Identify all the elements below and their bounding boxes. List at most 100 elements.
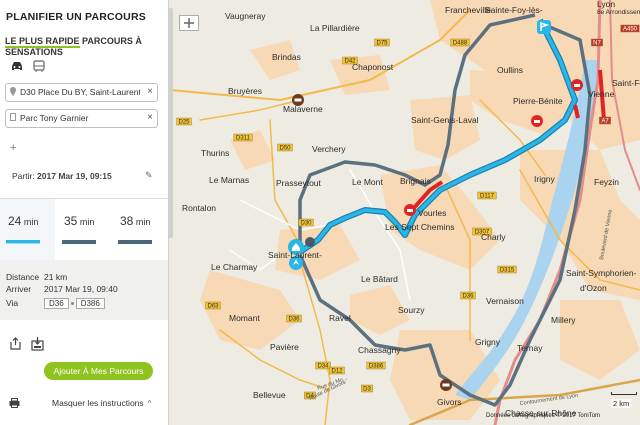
route-option-1[interactable]: 24 min xyxy=(0,199,55,261)
road-shield: D63 xyxy=(205,301,221,310)
place-label: Oullins xyxy=(497,65,523,75)
tab-thrilling[interactable]: PARCOURS À xyxy=(82,36,142,46)
place-label: d'Ozon xyxy=(580,283,607,293)
panel-scrollbar[interactable] xyxy=(168,8,173,238)
road-shield: D117 xyxy=(477,191,497,200)
option-minutes: 24 xyxy=(8,214,22,228)
start-pin-icon xyxy=(10,87,16,96)
print-icon[interactable] xyxy=(9,398,20,408)
traffic-jam-icon xyxy=(571,79,583,91)
road-shield-label: D488 xyxy=(453,41,468,47)
road-shield-label: D50 xyxy=(279,146,291,152)
traffic-jam-icon xyxy=(404,204,416,216)
place-label: Charly xyxy=(481,232,506,242)
place-label: Irigny xyxy=(534,174,556,184)
place-label: Millery xyxy=(551,315,576,325)
distance-label: Distance xyxy=(6,272,40,282)
option-bar xyxy=(62,240,96,244)
place-label: Sourzy xyxy=(398,305,425,315)
option-minutes: 38 xyxy=(120,214,134,228)
road-shield: D30 xyxy=(298,218,314,227)
road-shield: D488 xyxy=(450,38,470,47)
end-field[interactable]: × xyxy=(5,109,158,128)
end-pin-icon xyxy=(10,113,16,121)
road-shield-label: A7 xyxy=(601,119,609,125)
place-label: Chaponost xyxy=(352,62,394,72)
road-shield-label: D30 xyxy=(300,221,312,227)
end-input[interactable] xyxy=(20,112,140,124)
place-label: Vaugneray xyxy=(225,11,266,21)
place-label: La Pillardière xyxy=(310,23,360,33)
place-label: Vienne xyxy=(588,89,615,99)
place-label: Bruyères xyxy=(228,86,262,96)
road-shield: A450 xyxy=(620,24,640,33)
road-shield: D34 xyxy=(315,361,331,370)
departure-time[interactable]: Partir: 2017 Mar 19, 09:15 xyxy=(12,171,112,181)
road-shield-label: D315 xyxy=(500,268,515,274)
tab-thrilling-line2[interactable]: SENSATIONS xyxy=(5,47,63,57)
scale-bar xyxy=(611,392,637,395)
hide-instructions-toggle[interactable]: Masquer les instructions ^ xyxy=(52,398,151,408)
depart-label: Partir: xyxy=(12,171,35,181)
waypoint-marker-icon[interactable] xyxy=(305,237,315,247)
chevron-up-icon: ^ xyxy=(147,399,152,408)
place-label: Malaverne xyxy=(283,104,323,114)
tab-label: SENSATIONS xyxy=(5,47,63,57)
car-icon[interactable] xyxy=(10,60,24,72)
place-label: 8e Arrondissement xyxy=(597,9,640,16)
road-shield: A7 xyxy=(599,116,611,125)
road-shield-label: D63 xyxy=(207,304,219,310)
place-label: Saint-Laurent- xyxy=(268,250,322,260)
road-shield-label: D117 xyxy=(480,194,495,200)
place-label: Le Bâtard xyxy=(361,274,398,284)
place-label: Brignais xyxy=(400,176,431,186)
road-shield-label: D25 xyxy=(178,120,190,126)
place-label: Le Mont xyxy=(352,177,383,187)
option-bar xyxy=(118,240,152,244)
arrival-label: Arriver xyxy=(6,284,32,294)
start-input[interactable] xyxy=(20,86,140,98)
route-details: Distance 21 km Arriver 2017 Mar 19, 09:40 … xyxy=(0,260,168,320)
road-shield: D311 xyxy=(233,133,253,142)
place-label: Rontalon xyxy=(182,203,216,213)
add-to-my-routes-button[interactable]: Ajouter À Mes Parcours xyxy=(44,362,153,380)
distance-value: 21 km xyxy=(44,272,68,282)
road-shield: D12 xyxy=(329,366,345,375)
traffic-jam-icon xyxy=(531,115,543,127)
road-shield-label: D386 xyxy=(369,364,384,370)
road-shield: D3 xyxy=(361,384,373,393)
destination-flag-icon[interactable] xyxy=(537,20,551,34)
scale-label: 2 km xyxy=(611,399,632,408)
route-option-2[interactable]: 35 min xyxy=(56,199,111,261)
road-shield: D75 xyxy=(374,38,390,47)
place-label: Grigny xyxy=(475,337,501,347)
place-label: Feyzin xyxy=(594,177,619,187)
road-shield-label: D311 xyxy=(236,136,251,142)
place-label: Bellevue xyxy=(253,390,286,400)
place-label: Lyon xyxy=(597,0,615,9)
option-unit: min xyxy=(135,217,151,227)
road-shield: D315 xyxy=(497,265,517,274)
download-gps-icon[interactable] xyxy=(31,337,44,351)
route-option-3[interactable]: 38 min xyxy=(112,199,167,261)
route-planner-panel: PLANIFIER UN PARCOURS LE PLUS RAPIDE PAR… xyxy=(0,0,169,425)
road-shield: D386 xyxy=(366,361,386,370)
road-shield-label: D36 xyxy=(288,317,300,323)
clear-start-icon[interactable]: × xyxy=(147,86,153,97)
tab-label: PARCOURS À xyxy=(82,36,142,46)
edit-pencil-icon[interactable]: ✎ xyxy=(145,170,153,181)
depart-value: 2017 Mar 19, 09:15 xyxy=(37,171,112,181)
start-field[interactable]: × xyxy=(5,83,158,102)
share-icon[interactable] xyxy=(10,337,21,350)
bus-icon[interactable] xyxy=(32,60,46,72)
zoom-control[interactable] xyxy=(179,15,199,31)
add-stop-button[interactable]: + xyxy=(10,142,16,154)
road-shield: D36 xyxy=(460,291,476,300)
place-label: Ravel xyxy=(329,313,351,323)
place-label: Saint-Symphorien- xyxy=(566,268,637,278)
arrival-value: 2017 Mar 19, 09:40 xyxy=(44,284,118,294)
road-shield-label: D3 xyxy=(363,387,371,393)
option-unit: min xyxy=(23,217,39,227)
clear-end-icon[interactable]: × xyxy=(147,112,153,123)
route-options: 24 min 35 min 38 min xyxy=(0,198,168,261)
